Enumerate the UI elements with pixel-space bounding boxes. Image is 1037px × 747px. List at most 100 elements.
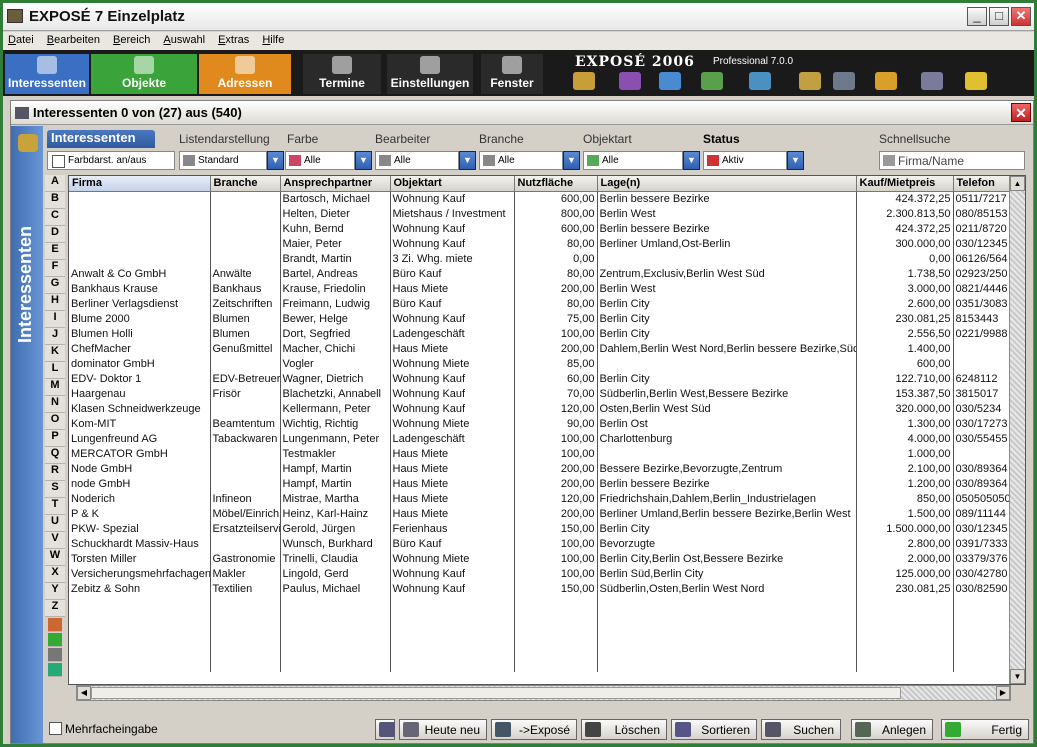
table-row[interactable]: ChefMacher Genußmittel Macher, Chichi Haus … [69,341,1010,357]
letter-filter-c[interactable]: C [45,209,65,226]
toolbar-add-person-icon[interactable] [659,72,681,90]
farbe-select[interactable]: Alle [285,151,355,170]
maximize-button[interactable]: □ [989,7,1009,26]
letter-filter-n[interactable]: N [45,396,65,413]
letter-filter-e[interactable]: E [45,243,65,260]
table-row[interactable]: node GmbH Hampf, Martin Haus Miete 200,00 Be… [69,476,1010,492]
table-row[interactable]: P & K Möbel/Einrich Heinz, Karl-Hainz Haus … [69,506,1010,522]
anlegen-button[interactable]: Anlegen [851,719,933,740]
schnellsuche-input[interactable]: Firma/Name [879,151,1025,170]
add-icon[interactable] [48,633,62,647]
nav-tab-objekte[interactable]: Objekte [91,54,197,94]
minimize-button[interactable]: _ [967,7,987,26]
heute-neu-button[interactable]: Heute neu [399,719,487,740]
menu-bearbeiten[interactable]: Bearbeiten [42,32,105,48]
letter-filter-v[interactable]: V [45,532,65,549]
toolbar-transfer-icon[interactable] [875,72,897,90]
letter-filter-t[interactable]: T [45,498,65,515]
farbdarst-checkbox[interactable] [52,155,65,168]
suchen-button[interactable]: Suchen [761,719,841,740]
toolbar-phone-icon[interactable] [619,72,641,90]
vertical-scrollbar[interactable]: ▲ ▼ [1009,176,1025,684]
toolbar-building-icon[interactable] [799,72,821,90]
table-row[interactable]: Haargenau Frisör Blachetzki, Annabell Wohnu… [69,386,1010,402]
letter-filter-p[interactable]: P [45,430,65,447]
branche-dropdown-button[interactable]: ▼ [563,151,580,170]
nav-tab-termine[interactable]: Termine [303,54,381,94]
farbe-dropdown-button[interactable]: ▼ [355,151,372,170]
toolbar-exit-icon[interactable] [965,72,987,90]
column-header[interactable]: Firma [69,176,211,192]
toolbar-people-icon[interactable] [573,72,595,90]
table-row[interactable]: Berliner Verlagsdienst Zeitschriften Freim… [69,296,1010,312]
toolbar-house-icon[interactable] [701,72,723,90]
table-row[interactable]: Blumen Holli Blumen Dort, Segfried Ladenges… [69,326,1010,342]
table-row[interactable]: Bankhaus Krause Bankhaus Krause, Friedolin… [69,281,1010,297]
nav-tab-fenster[interactable]: Fenster [481,54,543,94]
letter-filter-h[interactable]: H [45,294,65,311]
status-dropdown-button[interactable]: ▼ [787,151,804,170]
fertig-button[interactable]: Fertig [941,719,1029,740]
bearbeiter-select[interactable]: Alle [375,151,459,170]
table-row[interactable]: Zebitz & Sohn Textilien Paulus, Michael Woh… [69,581,1010,597]
letter-filter-w[interactable]: W [45,549,65,566]
letter-filter-z[interactable]: Z [45,600,65,617]
toolbar-help-icon[interactable] [921,72,943,90]
table-row[interactable]: Kom-MIT Beamtentum Wichtig, Richtig Wohnung… [69,416,1010,432]
objektart-dropdown-button[interactable]: ▼ [683,151,700,170]
scroll-left-button[interactable]: ◀ [77,686,91,700]
letter-filter-u[interactable]: U [45,515,65,532]
letter-filter-f[interactable]: F [45,260,65,277]
column-header[interactable]: Lage(n) [597,176,857,192]
status-select[interactable]: Aktiv [703,151,787,170]
nav-tab-interessenten[interactable]: Interessenten [5,54,89,94]
table-row[interactable]: Kuhn, Bernd Wohnung Kauf 600,00 Berlin bess… [69,221,1010,237]
letter-filter-b[interactable]: B [45,192,65,209]
toolbar-calculator-icon[interactable] [833,72,855,90]
toolbar-refresh-icon[interactable] [749,72,771,90]
menu-extras[interactable]: Extras [213,32,254,48]
letter-filter-x[interactable]: X [45,566,65,583]
table-row[interactable]: EDV- Doktor 1 EDV-Betreuer Wagner, Dietric… [69,371,1010,387]
letter-filter-y[interactable]: Y [45,583,65,600]
nav-tab-adressen[interactable]: Adressen [199,54,291,94]
letter-filter-o[interactable]: O [45,413,65,430]
letter-filter-s[interactable]: S [45,481,65,498]
table-row[interactable]: MERCATOR GmbH Testmakler Haus Miete 100,00 1… [69,446,1010,462]
letter-filter-g[interactable]: G [45,277,65,294]
nav-tab-einstellungen[interactable]: Einstellungen [387,54,473,94]
column-header[interactable]: Objektart [390,176,515,192]
sortieren-button[interactable]: Sortieren [671,719,757,740]
table-row[interactable]: Torsten Miller Gastronomie Trinelli, Claud… [69,551,1010,567]
table-row[interactable]: PKW- Spezial Ersatzteilservic Gerold, Jürg… [69,521,1010,537]
letter-filter-q[interactable]: Q [45,447,65,464]
column-header[interactable]: Kauf/Mietpreis [856,176,954,192]
table-row[interactable]: Klasen Schneidwerkzeuge Kellermann, Peter… [69,401,1010,417]
scroll-right-button[interactable]: ▶ [996,686,1010,700]
table-row[interactable]: Schuckhardt Massiv-Haus Wunsch, Burkhard B… [69,536,1010,552]
help-button[interactable] [375,719,395,740]
loeschen-button[interactable]: Löschen [581,719,667,740]
close-button[interactable]: ✕ [1011,7,1031,26]
table-row[interactable]: Maier, Peter Wohnung Kauf 80,00 Berliner Um… [69,236,1010,252]
table-row[interactable]: Noderich Infineon Mistrae, Martha Haus Miet… [69,491,1010,507]
letter-filter-j[interactable]: J [45,328,65,345]
letter-filter-k[interactable]: K [45,345,65,362]
letter-filter-r[interactable]: R [45,464,65,481]
column-header[interactable]: Branche [210,176,281,192]
letter-filter-m[interactable]: M [45,379,65,396]
scroll-thumb[interactable] [91,687,901,699]
branche-select[interactable]: Alle [479,151,563,170]
standard-select[interactable]: Standard [179,151,267,170]
column-header[interactable]: Ansprechpartner [280,176,391,192]
expose-button[interactable]: ->Exposé [491,719,577,740]
table-row[interactable]: Anwalt & Co GmbH Anwälte Bartel, Andreas Bü… [69,266,1010,282]
remove-icon[interactable] [48,648,62,662]
table-row[interactable]: Bartosch, Michael Wohnung Kauf 600,00 Berli… [69,191,1010,207]
letter-filter-d[interactable]: D [45,226,65,243]
menu-datei[interactable]: Datei [3,32,39,48]
table-row[interactable]: Brandt, Martin 3 Zi. Whg. miete 0,00 0,00 06… [69,251,1010,267]
letter-filter-a[interactable]: A [45,175,65,192]
excel-icon[interactable] [48,663,62,677]
table-row[interactable]: Blume 2000 Blumen Bewer, Helge Wohnung Kauf… [69,311,1010,327]
